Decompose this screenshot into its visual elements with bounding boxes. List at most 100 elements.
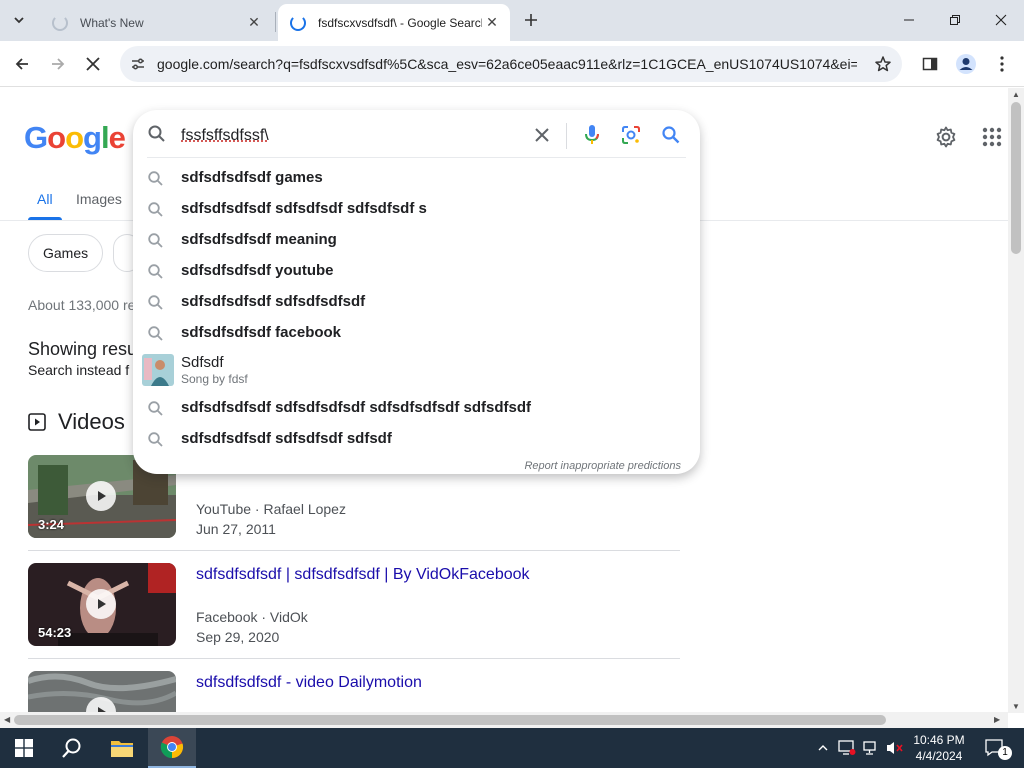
google-lens-button[interactable]: [619, 123, 643, 147]
suggestion-text: sdfsdfsdfsdf facebook: [181, 324, 342, 341]
tab-images[interactable]: Images: [76, 191, 122, 207]
suggestion-text: sdfsdfsdfsdf sdfsdfsdfsdf: [181, 293, 366, 310]
network-tray-icon[interactable]: [860, 728, 882, 768]
side-panel-button[interactable]: [916, 50, 944, 78]
suggestion-song-item[interactable]: Sdfsdf Song by fdsf: [133, 348, 700, 388]
suggestion-text: sdfsdfsdfsdf sdfsdfsdf sdfsdfsdf s: [181, 200, 427, 217]
video-title-link[interactable]: sdfsdfsdfsdf | sdfsdfsdfsdf | By VidOkFa…: [196, 566, 530, 584]
search-instead-for[interactable]: Search instead f: [28, 362, 129, 378]
filter-chip-games[interactable]: Games: [28, 234, 104, 272]
tab-all[interactable]: All: [37, 191, 53, 207]
tab-whats-new[interactable]: What's New ✕: [40, 4, 272, 41]
search-icon: [148, 295, 163, 310]
side-panel-icon: [922, 57, 938, 71]
minimize-icon: [904, 19, 914, 21]
apps-grid-icon[interactable]: [979, 124, 1005, 150]
search-input[interactable]: fssfsffsdfssf\: [181, 127, 269, 145]
suggestion-text: sdfsdfsdfsdf games: [181, 169, 323, 186]
play-button-icon[interactable]: [86, 589, 116, 619]
search-submit-button[interactable]: [659, 123, 683, 147]
video-title-link[interactable]: sdfsdfsdfsdf - video Dailymotion: [196, 674, 422, 692]
result-stats: About 133,000 re: [28, 297, 136, 313]
voice-search-button[interactable]: [580, 123, 604, 147]
speaker-muted-icon: [887, 742, 903, 754]
chrome-icon: [160, 736, 184, 759]
windows-taskbar: 10:46 PM 4/4/2024 1: [0, 728, 1024, 768]
suggestion-text: sdfsdfsdfsdf youtube: [181, 262, 334, 279]
bookmark-star-icon[interactable]: [872, 53, 894, 75]
search-icon: [62, 738, 81, 758]
action-center-button[interactable]: 1: [980, 728, 1012, 768]
minimize-button[interactable]: [886, 0, 932, 40]
play-button-icon[interactable]: [86, 481, 116, 511]
restore-button[interactable]: [932, 0, 978, 40]
suggestion-item[interactable]: sdfsdfsdfsdf sdfsdfsdf sdfsdfsdf s: [133, 194, 700, 225]
settings-gear-icon[interactable]: [933, 124, 959, 150]
suggestion-text: sdfsdfsdfsdf sdfsdfsdfsdf sdfsdfsdfsdf s…: [181, 399, 532, 416]
browser-tab-strip: What's New ✕ fsdfscxvsdfsdf\ - Google Se…: [0, 0, 1024, 41]
report-predictions-link[interactable]: Report inappropriate predictions: [524, 460, 681, 472]
chevron-up-icon: [818, 745, 828, 751]
kebab-menu-icon: [1000, 56, 1004, 72]
taskbar-search-button[interactable]: [48, 728, 96, 768]
scroll-right-arrow-icon[interactable]: ▶: [994, 715, 1000, 724]
video-duration: 3:24: [38, 517, 65, 532]
start-button[interactable]: [0, 728, 48, 768]
site-info-icon[interactable]: [128, 54, 148, 74]
scroll-down-arrow-icon[interactable]: ▼: [1012, 702, 1020, 711]
forward-button[interactable]: [44, 50, 72, 78]
url-text[interactable]: google.com/search?q=fsdfscxvsdfsdf%5C&sc…: [157, 56, 857, 72]
active-tab-indicator: [28, 217, 62, 220]
restore-icon: [950, 15, 960, 25]
close-window-button[interactable]: [978, 0, 1024, 40]
chrome-taskbar-button[interactable]: [148, 728, 196, 768]
device-status-tray-icon[interactable]: [836, 728, 858, 768]
close-tab-icon[interactable]: ✕: [482, 13, 502, 33]
search-icon: [148, 432, 163, 447]
stop-loading-button[interactable]: [79, 50, 107, 78]
song-title: Sdfsdf: [181, 354, 224, 371]
network-icon: [863, 741, 876, 755]
back-button[interactable]: [8, 50, 36, 78]
close-tab-icon[interactable]: ✕: [244, 13, 264, 33]
close-icon: [86, 57, 100, 71]
suggestion-item[interactable]: sdfsdfsdfsdf meaning: [133, 225, 700, 256]
address-bar[interactable]: google.com/search?q=fsdfscxvsdfsdf%5C&sc…: [120, 46, 902, 82]
clear-search-button[interactable]: [530, 123, 554, 147]
suggestion-item[interactable]: sdfsdfsdfsdf sdfsdfsdfsdf: [133, 287, 700, 318]
suggestion-item[interactable]: sdfsdfsdfsdf sdfsdfsdf sdfsdf: [133, 424, 700, 455]
show-hidden-icons-button[interactable]: [814, 728, 832, 768]
scroll-up-arrow-icon[interactable]: ▲: [1012, 90, 1020, 99]
suggestion-item[interactable]: sdfsdfsdfsdf games: [133, 163, 700, 194]
search-icon: [148, 401, 163, 416]
google-logo[interactable]: Google: [24, 120, 126, 156]
tab-google-search[interactable]: fsdfscxvsdfsdf\ - Google Search ✕: [278, 4, 510, 41]
vertical-scrollbar-thumb[interactable]: [1011, 102, 1021, 254]
tab-search-dropdown-button[interactable]: [7, 8, 31, 32]
file-explorer-button[interactable]: [98, 728, 146, 768]
scroll-left-arrow-icon[interactable]: ◀: [4, 715, 10, 724]
suggestion-text: sdfsdfsdfsdf sdfsdfsdf sdfsdf: [181, 430, 392, 447]
showing-results-for: Showing resu: [28, 339, 138, 359]
browser-menu-button[interactable]: [988, 50, 1016, 78]
profile-button[interactable]: [952, 50, 980, 78]
suggestion-item[interactable]: sdfsdfsdfsdf sdfsdfsdfsdf sdfsdfsdfsdf s…: [133, 393, 700, 424]
suggestion-item[interactable]: sdfsdfsdfsdf youtube: [133, 256, 700, 287]
video-duration: 54:23: [38, 625, 72, 640]
video-result[interactable]: sdfsdfsdfsdf - video Dailymotion: [28, 671, 680, 713]
song-thumbnail: [142, 354, 174, 386]
horizontal-scrollbar[interactable]: ◀ ▶: [0, 712, 1008, 728]
result-divider: [28, 658, 680, 659]
vertical-scrollbar[interactable]: ▲ ▼: [1008, 88, 1024, 713]
search-icon: [148, 233, 163, 248]
suggestion-item[interactable]: sdfsdfsdfsdf facebook: [133, 318, 700, 349]
loading-spinner-icon: [52, 14, 68, 31]
new-tab-button[interactable]: [519, 8, 543, 32]
taskbar-clock[interactable]: 10:46 PM 4/4/2024: [903, 732, 975, 764]
video-thumbnail[interactable]: [28, 671, 176, 713]
video-result[interactable]: 54:23 sdfsdfsdfsdf | sdfsdfsdfsdf | By V…: [28, 563, 680, 671]
horizontal-scrollbar-thumb[interactable]: [14, 715, 886, 725]
video-thumbnail[interactable]: 54:23: [28, 563, 176, 646]
search-icon: [662, 126, 680, 144]
monitor-alert-icon: [838, 740, 856, 755]
